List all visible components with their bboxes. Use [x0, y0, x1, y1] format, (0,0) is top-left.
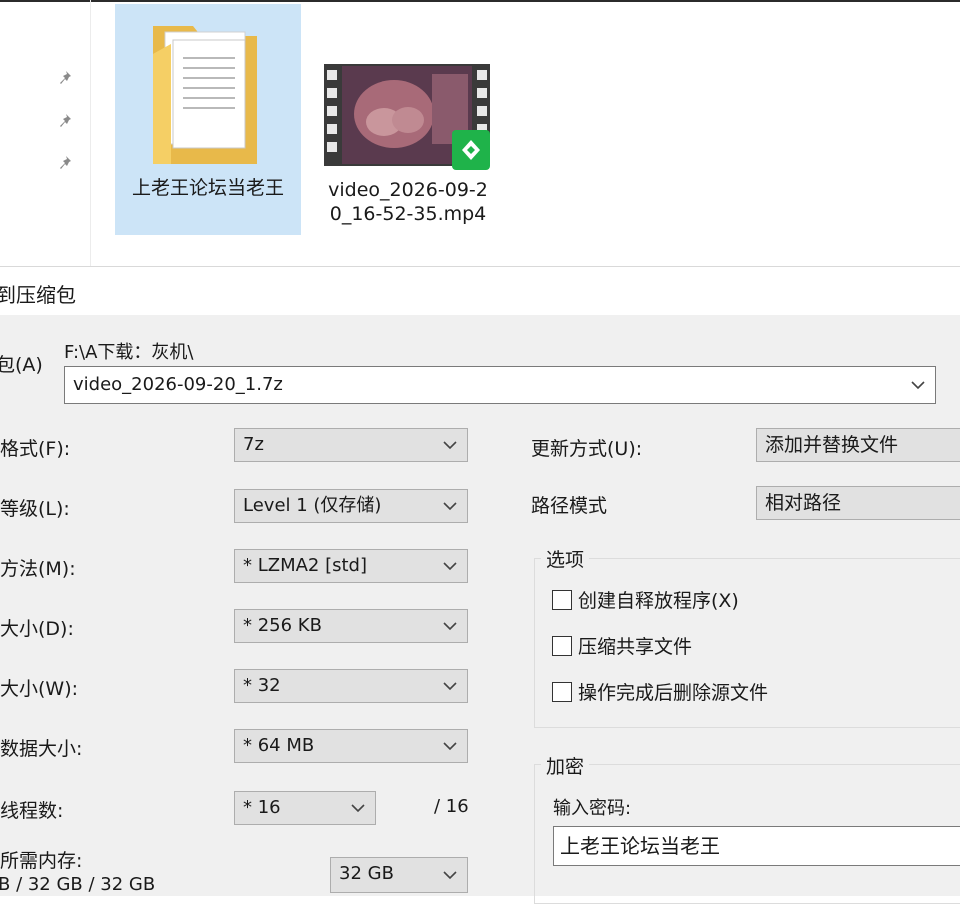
checkbox-box[interactable]	[552, 590, 572, 610]
pin-icon[interactable]	[58, 153, 78, 173]
chevron-down-icon[interactable]	[443, 561, 457, 571]
delete-after-compression-checkbox[interactable]: 操作完成后删除源文件	[552, 678, 768, 706]
memory-usage: B / 32 GB / 32 GB	[0, 874, 156, 895]
method-label: 方法(M):	[0, 558, 76, 580]
dictionary-size-select[interactable]: * 256 KB	[234, 609, 468, 643]
path-mode-select[interactable]: 相对路径	[756, 486, 960, 520]
pin-icon[interactable]	[58, 68, 78, 88]
checkbox-box[interactable]	[552, 636, 572, 656]
chevron-down-icon[interactable]	[443, 621, 457, 631]
password-input[interactable]: 上老王论坛当老王	[553, 826, 960, 866]
method-select[interactable]: * LZMA2 [std]	[234, 549, 468, 583]
update-mode-label: 更新方式(U):	[531, 438, 643, 460]
pin-icon[interactable]	[58, 111, 78, 131]
level-label: 等级(L):	[0, 498, 70, 520]
create-sfx-label: 创建自释放程序(X)	[578, 590, 739, 612]
archive-path: F:\A下载：灰机\	[64, 342, 194, 363]
level-select[interactable]: Level 1 (仅存储)	[234, 489, 468, 523]
word-size-label: 大小(W):	[0, 678, 79, 700]
chevron-down-icon[interactable]	[911, 380, 925, 390]
folder-icon	[153, 26, 257, 164]
archive-label: 包(A)	[0, 354, 43, 376]
compress-shared-files-checkbox[interactable]: 压缩共享文件	[552, 632, 692, 660]
add-to-archive-dialog: 到压缩包 包(A) F:\A下载：灰机\ video_2026-09-20_1.…	[0, 266, 960, 904]
memory-limit-value: 32 GB	[339, 863, 394, 884]
solid-block-size-label: 数据大小:	[0, 738, 83, 760]
chevron-down-icon[interactable]	[443, 681, 457, 691]
threads-value: * 16	[243, 797, 281, 818]
format-value: 7z	[243, 434, 264, 455]
format-label: 格式(F):	[0, 438, 71, 460]
file-explorer: 上老王论坛当老王 video_2026-09-20_16-52-35.mp4	[0, 0, 960, 266]
delete-after-compression-label: 操作完成后删除源文件	[578, 682, 769, 704]
nav-pane-divider	[90, 0, 91, 266]
dictionary-size-value: * 256 KB	[243, 615, 322, 636]
solid-block-size-select[interactable]: * 64 MB	[234, 729, 468, 763]
word-size-value: * 32	[243, 675, 281, 696]
folder-item[interactable]: 上老王论坛当老王	[115, 4, 301, 235]
method-value: * LZMA2 [std]	[243, 555, 368, 576]
options-group-title: 选项	[541, 545, 590, 572]
threads-select[interactable]: * 16	[234, 791, 376, 825]
memory-limit-select[interactable]: 32 GB	[330, 857, 468, 893]
checkbox-box[interactable]	[552, 682, 572, 702]
window-top-border	[0, 0, 960, 2]
video-file-name: video_2026-09-20_16-52-35.mp4	[328, 179, 488, 225]
encryption-group-title: 加密	[541, 752, 590, 779]
dialog-titlebar: 到压缩包	[0, 266, 960, 315]
chevron-down-icon[interactable]	[443, 870, 457, 880]
format-select[interactable]: 7z	[234, 428, 468, 462]
path-mode-label: 路径模式	[531, 495, 608, 517]
compress-shared-files-label: 压缩共享文件	[578, 636, 693, 658]
folder-name: 上老王论坛当老王	[131, 177, 284, 199]
dialog-title: 到压缩包	[0, 283, 76, 307]
password-label: 输入密码:	[553, 798, 632, 819]
level-value: Level 1 (仅存储)	[243, 495, 382, 516]
archive-name-value: video_2026-09-20_1.7z	[73, 374, 283, 395]
create-sfx-checkbox[interactable]: 创建自释放程序(X)	[552, 586, 739, 614]
threads-label: 线程数:	[0, 800, 64, 822]
video-thumbnail-icon	[324, 64, 490, 170]
chevron-down-icon[interactable]	[351, 803, 365, 813]
word-size-select[interactable]: * 32	[234, 669, 468, 703]
archive-name-combo[interactable]: video_2026-09-20_1.7z	[64, 366, 936, 404]
update-mode-value: 添加并替换文件	[765, 434, 899, 456]
update-mode-select[interactable]: 添加并替换文件	[756, 428, 960, 462]
dictionary-size-label: 大小(D):	[0, 618, 74, 640]
video-file-item[interactable]: video_2026-09-20_16-52-35.mp4	[318, 4, 498, 254]
solid-block-size-value: * 64 MB	[243, 735, 315, 756]
chevron-down-icon[interactable]	[443, 440, 457, 450]
chevron-down-icon[interactable]	[443, 741, 457, 751]
path-mode-value: 相对路径	[765, 492, 842, 514]
chevron-down-icon[interactable]	[443, 501, 457, 511]
threads-total: / 16	[434, 796, 469, 817]
memory-label: 所需内存:	[0, 850, 83, 872]
